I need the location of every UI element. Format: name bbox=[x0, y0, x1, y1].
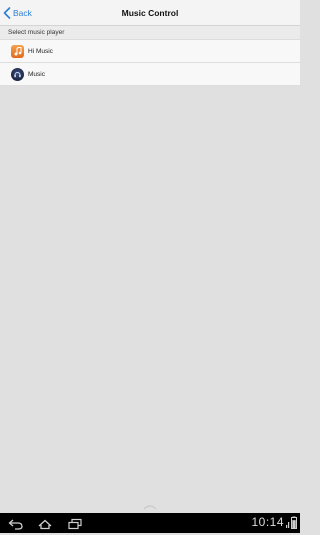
hi-music-icon bbox=[11, 44, 24, 58]
player-item-hi-music[interactable]: Hi Music bbox=[0, 40, 300, 63]
nav-recents-button[interactable] bbox=[67, 517, 83, 530]
title-bar: Back Music Control bbox=[0, 0, 300, 26]
music-icon bbox=[11, 67, 24, 81]
player-label: Hi Music bbox=[28, 47, 53, 55]
status-icons bbox=[285, 516, 297, 530]
recents-icon bbox=[68, 518, 82, 530]
section-header: Select music player bbox=[0, 26, 300, 40]
player-label: Music bbox=[28, 70, 45, 78]
battery-fill bbox=[292, 520, 296, 529]
system-nav-bar: 10:14 bbox=[0, 513, 300, 533]
status-clock: 10:14 bbox=[251, 515, 284, 529]
battery-icon bbox=[291, 516, 297, 529]
nav-home-button[interactable] bbox=[37, 517, 53, 530]
nav-back-button[interactable] bbox=[8, 517, 24, 530]
player-item-music[interactable]: Music bbox=[0, 63, 300, 86]
back-arrow-icon bbox=[8, 519, 23, 530]
player-list: Hi Music Music bbox=[0, 40, 300, 86]
drag-handle[interactable] bbox=[140, 498, 160, 510]
page-title: Music Control bbox=[121, 8, 179, 18]
home-icon bbox=[38, 519, 52, 530]
